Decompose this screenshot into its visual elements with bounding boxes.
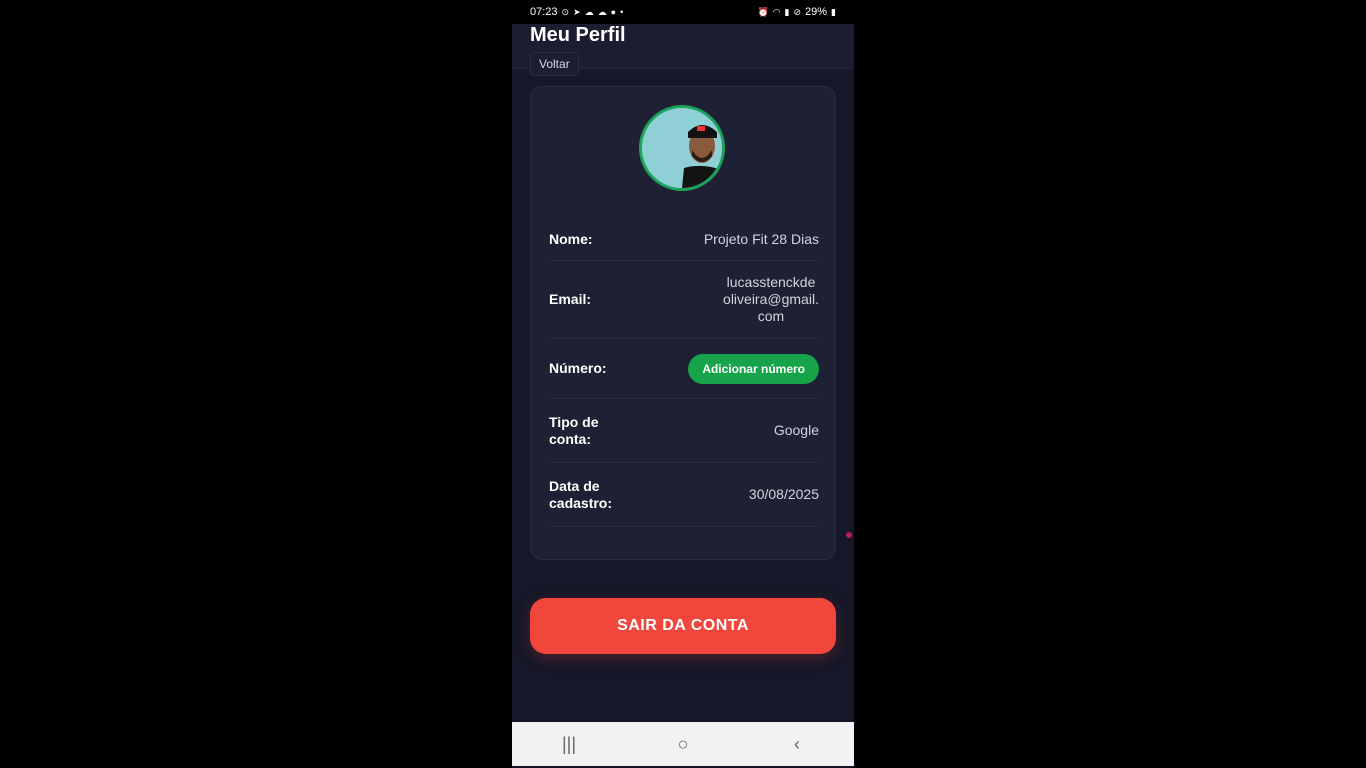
- home-icon[interactable]: ○: [663, 734, 703, 755]
- recent-apps-icon[interactable]: |||: [549, 734, 589, 755]
- user-avatar: [639, 105, 725, 191]
- alarm-icon: ⏰: [757, 6, 769, 17]
- account-type-value: Google: [773, 422, 819, 438]
- wifi-icon: ◠: [772, 6, 781, 17]
- account-type-label: Tipo de conta:: [549, 413, 599, 447]
- number-row: Número: Adicionar número: [549, 339, 819, 399]
- block-icon: ⊘: [793, 6, 802, 17]
- cloud-icon: ☁: [584, 6, 594, 17]
- indicator-dot: [846, 532, 852, 538]
- dot-icon: •: [620, 6, 624, 17]
- chat-icon: ●: [610, 6, 617, 17]
- battery-icon: ▮: [831, 6, 836, 17]
- name-label: Nome:: [549, 231, 593, 247]
- logout-button[interactable]: SAIR DA CONTA: [530, 598, 836, 654]
- account-type-row: Tipo de conta: Google: [549, 399, 819, 463]
- status-time: 07:23: [530, 6, 558, 18]
- battery-level: 29%: [805, 6, 828, 18]
- email-label: Email:: [549, 291, 592, 307]
- register-date-value: 30/08/2025: [748, 486, 819, 502]
- back-icon[interactable]: ‹: [777, 734, 817, 755]
- circle-icon: ⊙: [561, 6, 570, 17]
- email-row: Email: lucasstenckdeoliveira@gmail.com: [549, 261, 819, 339]
- register-date-label: Data de cadastro:: [549, 477, 613, 511]
- number-label: Número:: [549, 360, 607, 376]
- profile-card: Nome: Projeto Fit 28 Dias Email: lucasst…: [530, 86, 836, 560]
- email-value: lucasstenckdeoliveira@gmail.com: [723, 274, 819, 324]
- system-nav-bar: ||| ○ ‹: [512, 722, 854, 766]
- signal-icon: ▮: [784, 6, 790, 17]
- status-bar: 07:23 ⊙ ➤ ☁ ☁ ● • ⏰ ◠ ▮ ⊘ 29% ▮: [512, 0, 854, 24]
- name-row: Nome: Projeto Fit 28 Dias: [549, 219, 819, 261]
- phone-screen: 07:23 ⊙ ➤ ☁ ☁ ● • ⏰ ◠ ▮ ⊘ 29% ▮ Meu Perf…: [512, 0, 854, 768]
- add-number-button[interactable]: Adicionar número: [688, 353, 819, 384]
- avatar-image: [642, 108, 722, 188]
- back-button[interactable]: Voltar: [530, 52, 579, 76]
- register-date-row: Data de cadastro: 30/08/2025: [549, 463, 819, 527]
- name-value: Projeto Fit 28 Dias: [703, 231, 819, 247]
- cloud-icon: ☁: [597, 6, 607, 17]
- telegram-icon: ➤: [573, 6, 581, 17]
- page-title: Meu Perfil: [530, 24, 626, 46]
- app-header: Meu Perfil Voltar: [512, 24, 854, 76]
